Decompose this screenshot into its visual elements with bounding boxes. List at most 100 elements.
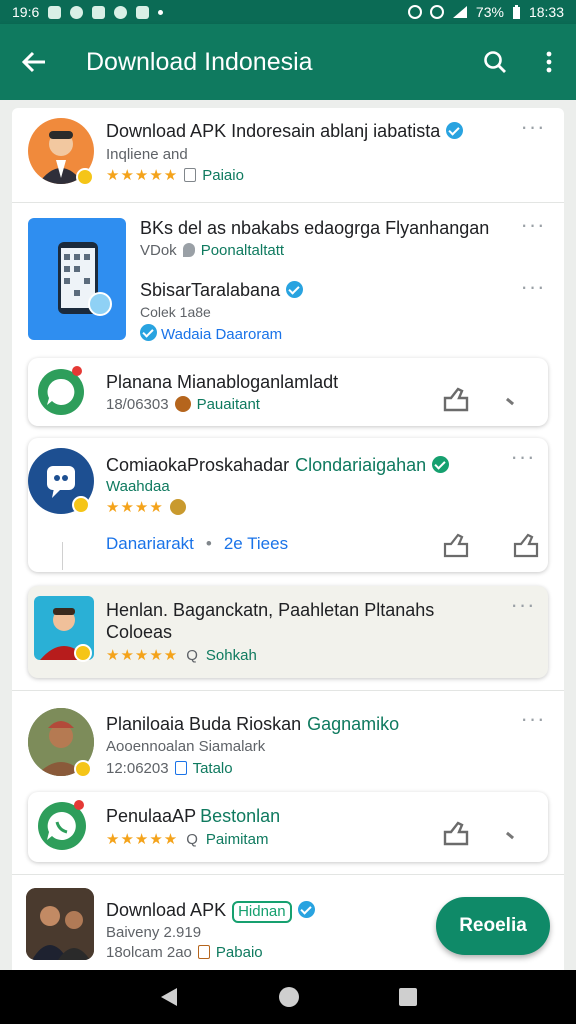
item-subtitle-3: Colek 1a8e — [140, 304, 211, 320]
verified-badge — [74, 644, 92, 662]
item-meta: Tatalo — [192, 760, 233, 777]
verified-badge — [76, 168, 94, 186]
item-title: Download APK Indoresain ablanj iabatista — [106, 121, 441, 141]
search-icon — [484, 51, 506, 73]
overflow-menu-button[interactable] — [522, 24, 576, 100]
rating-stars: ★★★★★ — [106, 647, 179, 664]
rating-stars: ★★★★ — [106, 499, 164, 516]
item-title: Download APK — [106, 900, 227, 920]
avatar — [26, 888, 94, 960]
app-card[interactable]: ComiaokaProskahadar Clondariaigahan Waahd… — [28, 438, 548, 572]
item-title-2: SbisarTaralabana — [140, 280, 281, 300]
calendar-icon — [174, 761, 187, 775]
rating-stars: ★★★★★ — [106, 167, 179, 184]
status-time-left: 19:6 — [12, 4, 40, 20]
item-date: 18/06303 — [106, 396, 169, 413]
app-card[interactable]: Planana Mianabloganlamladt 18/06303 Pauai… — [28, 358, 548, 426]
more-notifications-icon — [158, 9, 164, 15]
battery-icon — [512, 4, 520, 19]
item-meta: Pauaitant — [196, 396, 260, 413]
verified-badge — [72, 496, 90, 514]
item-title-suffix: Bestonlan — [200, 806, 281, 826]
app-notification-icon — [70, 5, 84, 19]
item-title-line2: Coloeas — [106, 622, 173, 642]
item-title: PenulaaAP — [106, 806, 197, 826]
app-list[interactable]: Download APK Indoresain ablanj iabatista… — [0, 100, 576, 970]
signal-icon — [452, 6, 467, 18]
award-icon — [169, 499, 186, 515]
status-bar: 19:6 73% 18:33 — [0, 0, 576, 24]
item-subtitle: Aooennoalan Siamalark — [106, 738, 266, 755]
device-icon — [184, 168, 197, 182]
app-bar: Download Indonesia — [0, 24, 576, 100]
list-item[interactable]: Planiloaia Buda Rioskan Gagnamiko Aooenno… — [12, 698, 564, 790]
notification-dot — [72, 366, 82, 376]
action-left-label[interactable]: Danariarakt — [106, 534, 194, 553]
item-subtitle: Inqliene and — [106, 146, 188, 163]
item-title: Planana Mianabloganlamladt — [106, 372, 339, 392]
user-avatar-small — [174, 396, 191, 412]
action-right-label[interactable]: 2e Tiees — [224, 534, 288, 553]
app-card[interactable]: PenulaaAP Bestonlan ★★★★★ Q Paimitam — [28, 792, 548, 862]
item-more-button-2[interactable]: ··· — [520, 276, 546, 302]
tick-mark-icon — [505, 831, 515, 840]
floating-action-button[interactable]: Reoelia — [436, 897, 550, 955]
list-item[interactable]: BKs del as nbakabs edaogrga Flyanhangan … — [12, 206, 564, 348]
verified-icon — [297, 901, 315, 918]
battery-percent: 73% — [475, 4, 504, 20]
item-more-button[interactable]: ··· — [520, 708, 546, 734]
item-more-button[interactable]: ··· — [510, 594, 536, 620]
gallery-notification-icon — [48, 5, 62, 19]
system-nav-bar — [0, 970, 576, 1024]
verified-icon — [286, 281, 304, 298]
item-meta: Pabaio — [215, 944, 263, 961]
item-title: BKs del as nbakabs edaogrga Flyanhangan — [140, 218, 490, 238]
calendar-icon — [197, 945, 210, 959]
item-more-button[interactable]: ··· — [520, 214, 546, 240]
item-meta: Paiaio — [202, 167, 244, 184]
item-meta: Sohkah — [205, 647, 257, 664]
verified-icon — [446, 122, 464, 139]
more-vert-icon — [546, 51, 552, 73]
back-button[interactable] — [0, 24, 68, 100]
check-icon — [140, 324, 157, 341]
share-icon[interactable] — [442, 386, 470, 412]
item-title: ComiaokaProskahadar — [106, 455, 290, 475]
app-card[interactable]: Henlan. Baganckatn, Paahletan Pltanahs C… — [28, 586, 548, 678]
share-icon[interactable] — [442, 820, 470, 846]
alarm-icon — [407, 5, 422, 19]
nav-home-icon[interactable] — [277, 985, 301, 1009]
thumbs-up-icon[interactable] — [442, 532, 470, 558]
item-subtitle: Waahdaa — [106, 478, 170, 495]
notification-dot — [74, 800, 84, 810]
item-title: Planiloaia Buda Rioskan — [106, 714, 302, 734]
nav-back-icon[interactable] — [158, 986, 180, 1008]
item-date: 12:06203 — [106, 760, 169, 777]
item-meta: Paimitam — [205, 831, 269, 848]
item-title-suffix: Gagnamiko — [307, 714, 400, 734]
item-more-button[interactable]: ··· — [510, 446, 536, 472]
status-time-right: 18:33 — [528, 4, 564, 20]
page-title: Download Indonesia — [86, 47, 313, 76]
item-tag: Hidnan — [232, 901, 292, 923]
sync-notification-icon — [114, 5, 128, 19]
item-subtitle: Baiveny 2.919 — [106, 924, 202, 941]
app-thumbnail — [28, 218, 126, 340]
tick-mark-icon — [505, 397, 515, 406]
message-notification-icon — [92, 5, 106, 19]
item-meta: Wadaia Daaroram — [161, 326, 283, 343]
item-title-suffix: Clondariaigahan — [295, 455, 427, 475]
item-title: Henlan. Baganckatn, Paahletan Pltanahs — [106, 600, 435, 620]
like-icon[interactable] — [512, 532, 540, 558]
item-subtitle-2: Poonaltaltatt — [200, 242, 285, 259]
item-subtitle: VDok — [140, 242, 177, 259]
alarm-clock-icon — [429, 5, 444, 19]
location-icon — [182, 243, 195, 257]
search-button[interactable] — [468, 24, 522, 100]
rating-stars: ★★★★★ — [106, 831, 179, 848]
nav-recents-icon[interactable] — [398, 987, 418, 1007]
item-more-button[interactable]: ··· — [520, 116, 546, 142]
verified-badge — [74, 760, 92, 778]
list-item[interactable]: Download APK Indoresain ablanj iabatista… — [12, 108, 564, 202]
verified-icon — [432, 456, 450, 473]
